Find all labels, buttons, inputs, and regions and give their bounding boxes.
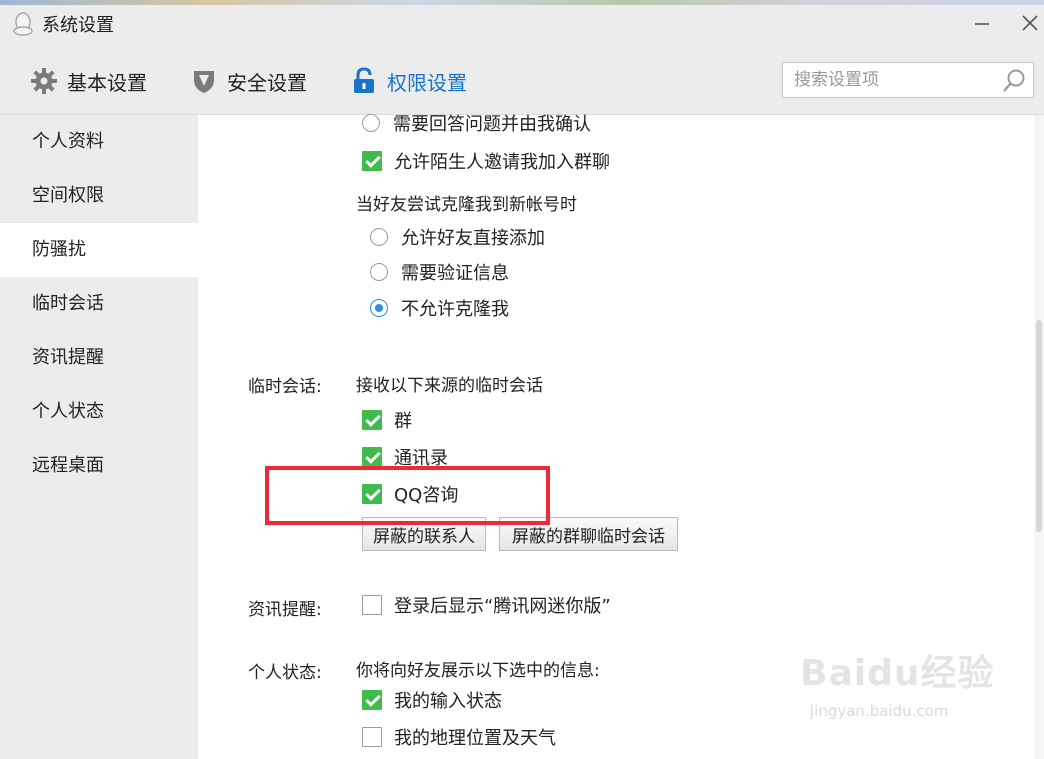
tab-basic-label: 基本设置 <box>67 70 147 95</box>
radio-answer-confirm-row[interactable]: 需要回答问题并由我确认 <box>362 111 591 135</box>
radio-clone-deny[interactable] <box>370 299 388 317</box>
news-alert-label: 资讯提醒: <box>248 600 322 620</box>
tab-permission-settings[interactable]: 权限设置 <box>350 48 467 114</box>
temp-session-prompt: 接收以下来源的临时会话 <box>356 375 543 396</box>
check-typing-status-label: 我的输入状态 <box>394 691 502 712</box>
radio-clone-allow-row[interactable]: 允许好友直接添加 <box>370 225 545 249</box>
sidebar-item-space-permission[interactable]: 空间权限 <box>0 169 198 223</box>
search-icon[interactable] <box>1001 67 1029 95</box>
window-title: 系统设置 <box>42 15 114 36</box>
search-input[interactable] <box>783 63 994 97</box>
check-location-weather[interactable] <box>362 727 382 747</box>
sidebar-item-anti-harass[interactable]: 防骚扰 <box>0 223 198 277</box>
title-bar: 系统设置 <box>0 0 1044 48</box>
shield-icon <box>194 71 214 93</box>
check-news-mini-label: 登录后显示“腾讯网迷你版” <box>394 596 611 617</box>
radio-clone-allow-label: 允许好友直接添加 <box>401 228 545 249</box>
check-news-mini-row[interactable]: 登录后显示“腾讯网迷你版” <box>362 593 611 617</box>
radio-answer-confirm[interactable] <box>362 114 380 132</box>
temp-session-label: 临时会话: <box>248 377 322 397</box>
check-stranger-group-label: 允许陌生人邀请我加入群聊 <box>394 152 610 173</box>
highlight-box <box>265 466 550 525</box>
check-temp-group-label: 群 <box>394 411 412 432</box>
sidebar-item-remote-desktop[interactable]: 远程桌面 <box>0 439 198 493</box>
personal-status-label: 个人状态: <box>248 663 322 683</box>
sidebar-item-news-alert[interactable]: 资讯提醒 <box>0 331 198 385</box>
radio-clone-allow[interactable] <box>370 228 388 246</box>
check-news-mini[interactable] <box>362 595 382 615</box>
scrollbar-thumb[interactable] <box>1036 320 1042 532</box>
radio-answer-confirm-label: 需要回答问题并由我确认 <box>393 114 591 135</box>
radio-clone-deny-label: 不允许克隆我 <box>401 299 509 320</box>
personal-status-prompt: 你将向好友展示以下选中的信息: <box>356 660 600 681</box>
radio-clone-verify[interactable] <box>370 263 388 281</box>
settings-search-box[interactable] <box>782 62 1034 98</box>
gear-icon <box>31 68 57 94</box>
tab-security-label: 安全设置 <box>227 70 307 95</box>
check-temp-group-row[interactable]: 群 <box>362 408 412 432</box>
sidebar-item-personal-info[interactable]: 个人资料 <box>0 115 198 169</box>
clone-prompt: 当好友尝试克隆我到新帐号时 <box>356 194 577 215</box>
watermark-logo: Baidu经验 <box>800 653 995 694</box>
check-temp-group[interactable] <box>362 410 382 430</box>
check-location-weather-row[interactable]: 我的地理位置及天气 <box>362 725 556 749</box>
minimize-icon[interactable] <box>968 8 996 38</box>
watermark-url: jingyan.baidu.com <box>810 702 949 720</box>
sidebar-item-temp-session[interactable]: 临时会话 <box>0 277 198 331</box>
close-icon[interactable] <box>1016 8 1044 38</box>
sidebar-item-personal-status[interactable]: 个人状态 <box>0 385 198 439</box>
tab-basic-settings[interactable]: 基本设置 <box>30 48 147 114</box>
check-typing-status[interactable] <box>362 690 382 710</box>
radio-clone-verify-label: 需要验证信息 <box>401 263 509 284</box>
check-typing-status-row[interactable]: 我的输入状态 <box>362 688 502 712</box>
background-strip <box>0 0 1044 5</box>
check-location-weather-label: 我的地理位置及天气 <box>394 728 556 749</box>
check-stranger-group[interactable] <box>362 151 382 171</box>
check-stranger-group-row[interactable]: 允许陌生人邀请我加入群聊 <box>362 149 610 173</box>
sidebar: 个人资料 空间权限 防骚扰 临时会话 资讯提醒 个人状态 远程桌面 <box>0 115 198 759</box>
radio-clone-verify-row[interactable]: 需要验证信息 <box>370 260 509 284</box>
tab-security-settings[interactable]: 安全设置 <box>190 48 307 114</box>
check-temp-contacts[interactable] <box>362 447 382 467</box>
radio-clone-deny-row[interactable]: 不允许克隆我 <box>370 296 509 320</box>
tab-permission-label: 权限设置 <box>387 70 467 95</box>
baidu-watermark: Baidu经验 jingyan.baidu.com <box>800 640 1000 740</box>
lock-icon <box>354 67 374 93</box>
qq-penguin-icon <box>13 12 33 36</box>
